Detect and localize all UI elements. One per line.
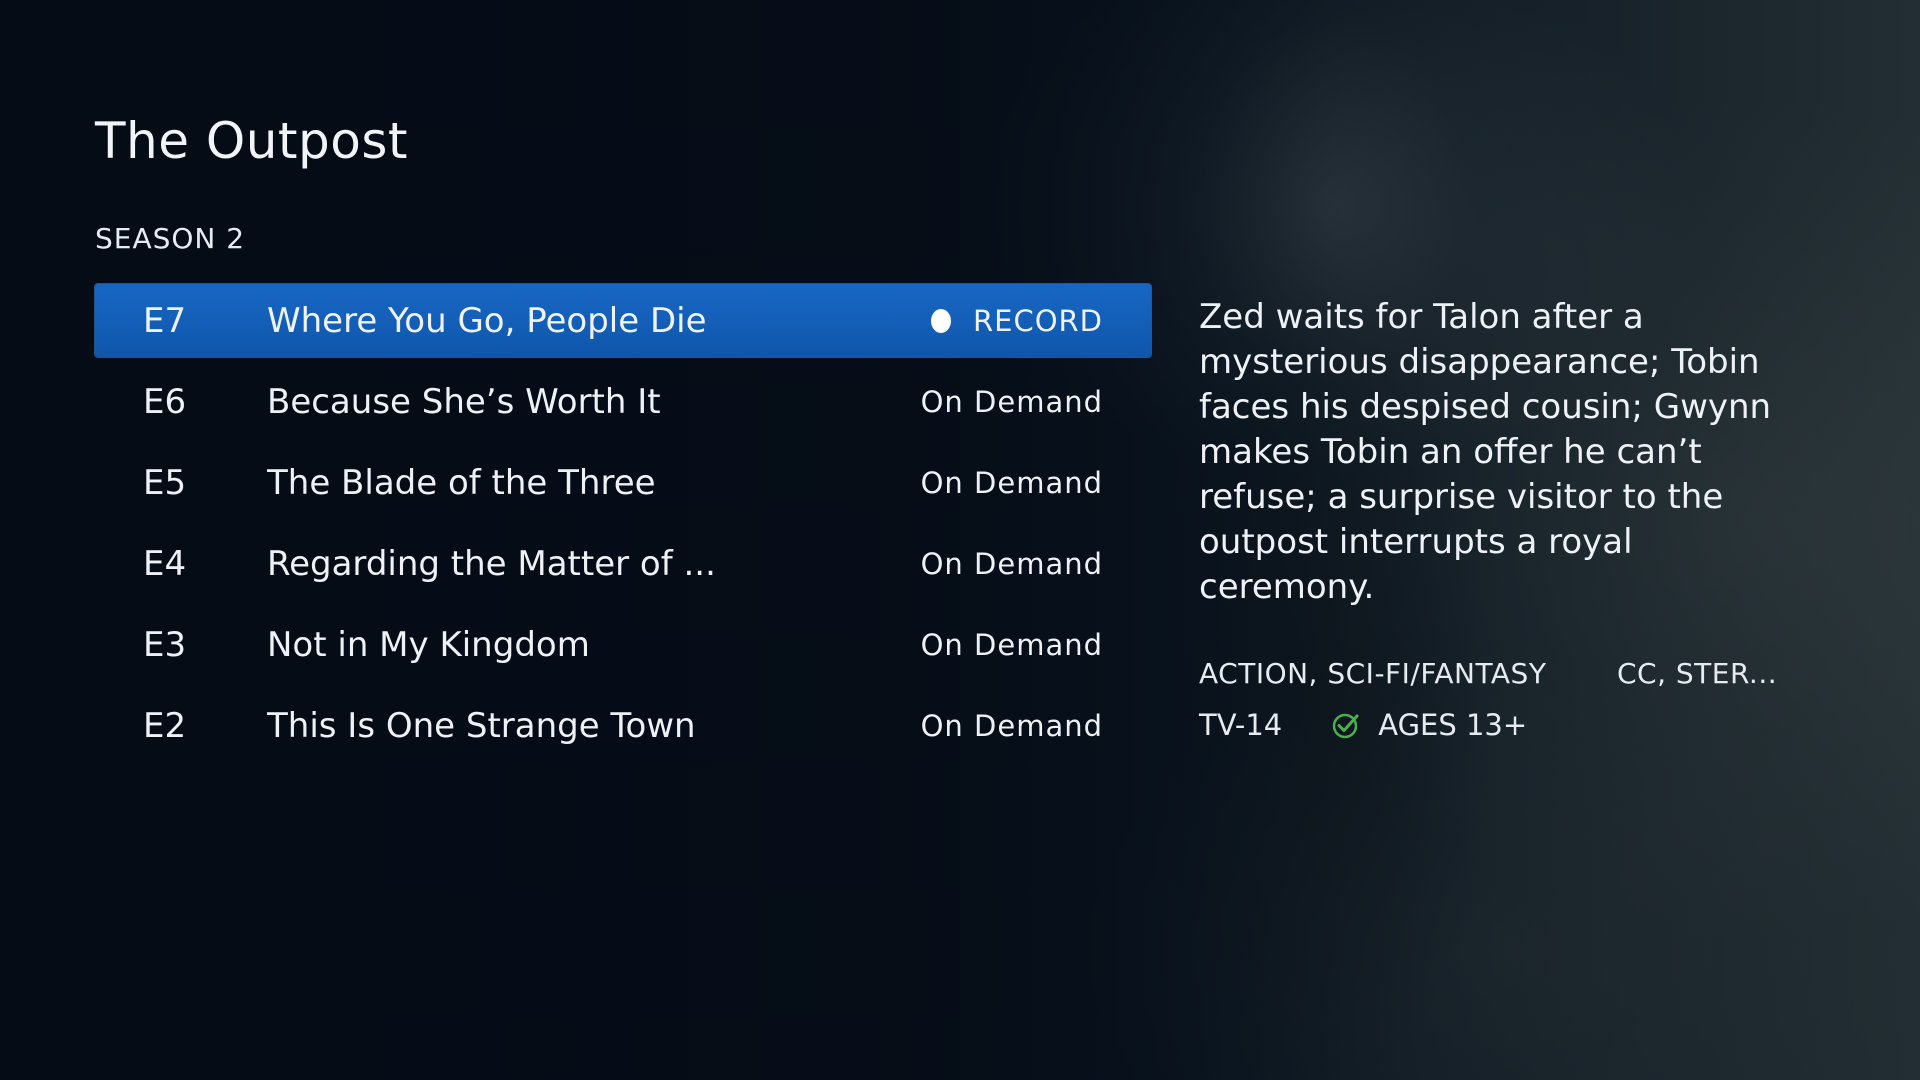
season-label: SEASON 2 bbox=[95, 222, 246, 255]
episode-description: Zed waits for Talon after a mysterious d… bbox=[1199, 297, 1772, 607]
episode-row-e4[interactable]: E4 Regarding the Matter of ... On Demand bbox=[95, 527, 1151, 600]
episode-status: On Demand bbox=[920, 546, 1103, 581]
episode-row-e7[interactable]: E7 Where You Go, People Die RECORD bbox=[95, 284, 1151, 357]
episode-number: E3 bbox=[143, 624, 187, 665]
episode-title: Regarding the Matter of ... bbox=[267, 543, 716, 584]
episode-number: E6 bbox=[143, 381, 187, 422]
features: CC, STER... bbox=[1617, 657, 1778, 690]
episode-row-e3[interactable]: E3 Not in My Kingdom On Demand bbox=[95, 608, 1151, 681]
record-label: RECORD bbox=[972, 303, 1103, 338]
episode-number: E7 bbox=[143, 300, 187, 341]
record-button[interactable]: RECORD bbox=[930, 303, 1103, 338]
episode-title: This Is One Strange Town bbox=[267, 705, 696, 746]
episode-list: E7 Where You Go, People Die RECORD E6 Be… bbox=[95, 284, 1151, 770]
episode-status: On Demand bbox=[920, 384, 1103, 419]
episode-title: Not in My Kingdom bbox=[267, 624, 590, 665]
show-title: The Outpost bbox=[95, 112, 409, 170]
age-label: AGES 13+ bbox=[1378, 708, 1528, 742]
episode-title: Because She’s Worth It bbox=[267, 381, 661, 422]
episode-number: E2 bbox=[143, 705, 187, 746]
genres: ACTION, SCI-FI/FANTASY bbox=[1199, 657, 1547, 690]
rating-row: TV-14 AGES 13+ bbox=[1199, 708, 1527, 742]
episode-number: E5 bbox=[143, 462, 187, 503]
record-dot-icon bbox=[930, 308, 951, 333]
episode-status: On Demand bbox=[920, 627, 1103, 662]
episode-number: E4 bbox=[143, 543, 187, 584]
episode-row-e2[interactable]: E2 This Is One Strange Town On Demand bbox=[95, 689, 1151, 762]
episode-title: The Blade of the Three bbox=[267, 462, 656, 503]
episode-row-e6[interactable]: E6 Because She’s Worth It On Demand bbox=[95, 365, 1151, 438]
episode-title: Where You Go, People Die bbox=[267, 300, 707, 341]
episode-status: On Demand bbox=[920, 465, 1103, 500]
episode-row-e5[interactable]: E5 The Blade of the Three On Demand bbox=[95, 446, 1151, 519]
check-circle-icon bbox=[1332, 713, 1359, 739]
tv-rating: TV-14 bbox=[1199, 708, 1283, 742]
episode-status: On Demand bbox=[920, 708, 1103, 743]
